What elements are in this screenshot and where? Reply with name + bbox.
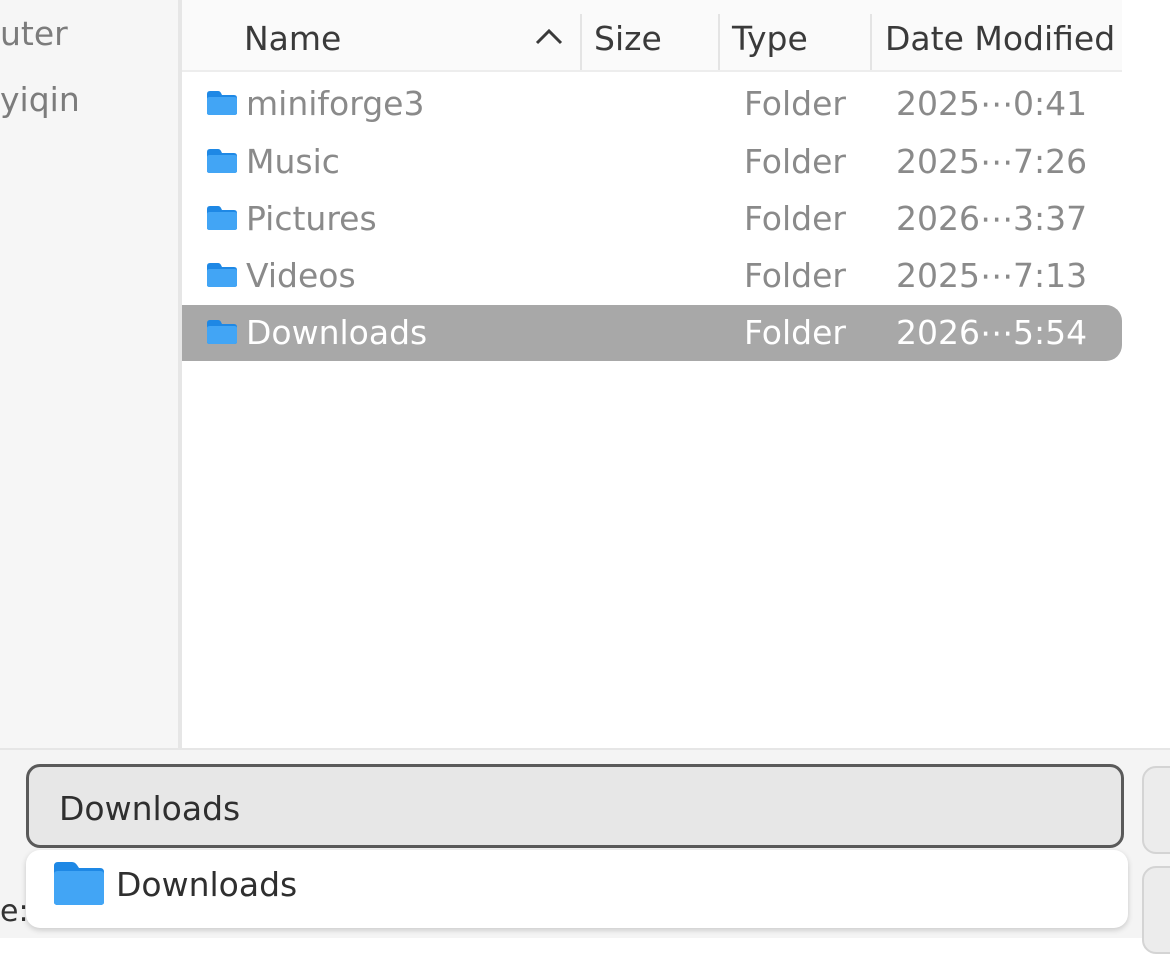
file-name: Music [246, 142, 340, 181]
filename-input-value: Downloads [59, 789, 241, 828]
file-name: miniforge3 [246, 84, 425, 123]
column-date-label: Date Modified [885, 19, 1116, 58]
column-separator[interactable] [580, 14, 582, 70]
folder-icon [54, 862, 104, 905]
column-name-header[interactable]: Name [244, 0, 341, 70]
column-size-header[interactable]: Size [594, 0, 662, 70]
completion-popup: Downloads [26, 850, 1128, 928]
file-row[interactable]: Downloads Folder 2026⋯5:54 [182, 305, 1122, 361]
file-type: Folder [744, 313, 846, 352]
column-header: Name Size Type Date Modified [182, 0, 1122, 72]
file-name: Downloads [246, 313, 428, 352]
file-row[interactable]: Pictures Folder 2026⋯3:37 [182, 191, 1122, 247]
completion-item[interactable]: Downloads [116, 850, 297, 920]
action-button[interactable] [1142, 766, 1170, 854]
chevron-up-icon[interactable] [534, 26, 564, 46]
file-name: Videos [246, 256, 356, 295]
sidebar-item-computer[interactable]: uter [0, 14, 68, 53]
file-name: Pictures [246, 199, 377, 238]
file-row[interactable]: miniforge3 Folder 2025⋯0:41 [182, 76, 1122, 132]
folder-icon [207, 320, 237, 344]
column-size-label: Size [594, 19, 662, 58]
sidebar: uter yiqin [0, 0, 178, 748]
folder-icon [207, 263, 237, 287]
file-type: Folder [744, 84, 846, 123]
column-separator[interactable] [718, 14, 720, 70]
column-date-header[interactable]: Date Modified [885, 0, 1115, 70]
secondary-button[interactable] [1142, 866, 1170, 954]
column-name-label: Name [244, 19, 342, 58]
column-separator[interactable] [870, 14, 872, 70]
sidebar-item-label: uter [0, 14, 68, 53]
file-date: 2025⋯7:13 [896, 256, 1088, 295]
file-date: 2026⋯5:54 [896, 313, 1088, 352]
file-type: Folder [744, 142, 846, 181]
file-row[interactable]: Videos Folder 2025⋯7:13 [182, 248, 1122, 304]
file-row[interactable]: Music Folder 2025⋯7:26 [182, 134, 1122, 190]
file-type: Folder [744, 199, 846, 238]
column-type-header[interactable]: Type [732, 0, 808, 70]
file-date: 2025⋯0:41 [896, 84, 1088, 123]
file-date: 2026⋯3:37 [896, 199, 1088, 238]
folder-icon [207, 149, 237, 173]
sidebar-item-label: yiqin [0, 80, 80, 119]
folder-icon [207, 91, 237, 115]
file-date: 2025⋯7:26 [896, 142, 1088, 181]
sidebar-item-home[interactable]: yiqin [0, 80, 80, 119]
field-label: e: [0, 894, 29, 929]
filename-input[interactable]: Downloads [26, 764, 1124, 848]
folder-icon [207, 206, 237, 230]
column-type-label: Type [732, 19, 808, 58]
file-type: Folder [744, 256, 846, 295]
